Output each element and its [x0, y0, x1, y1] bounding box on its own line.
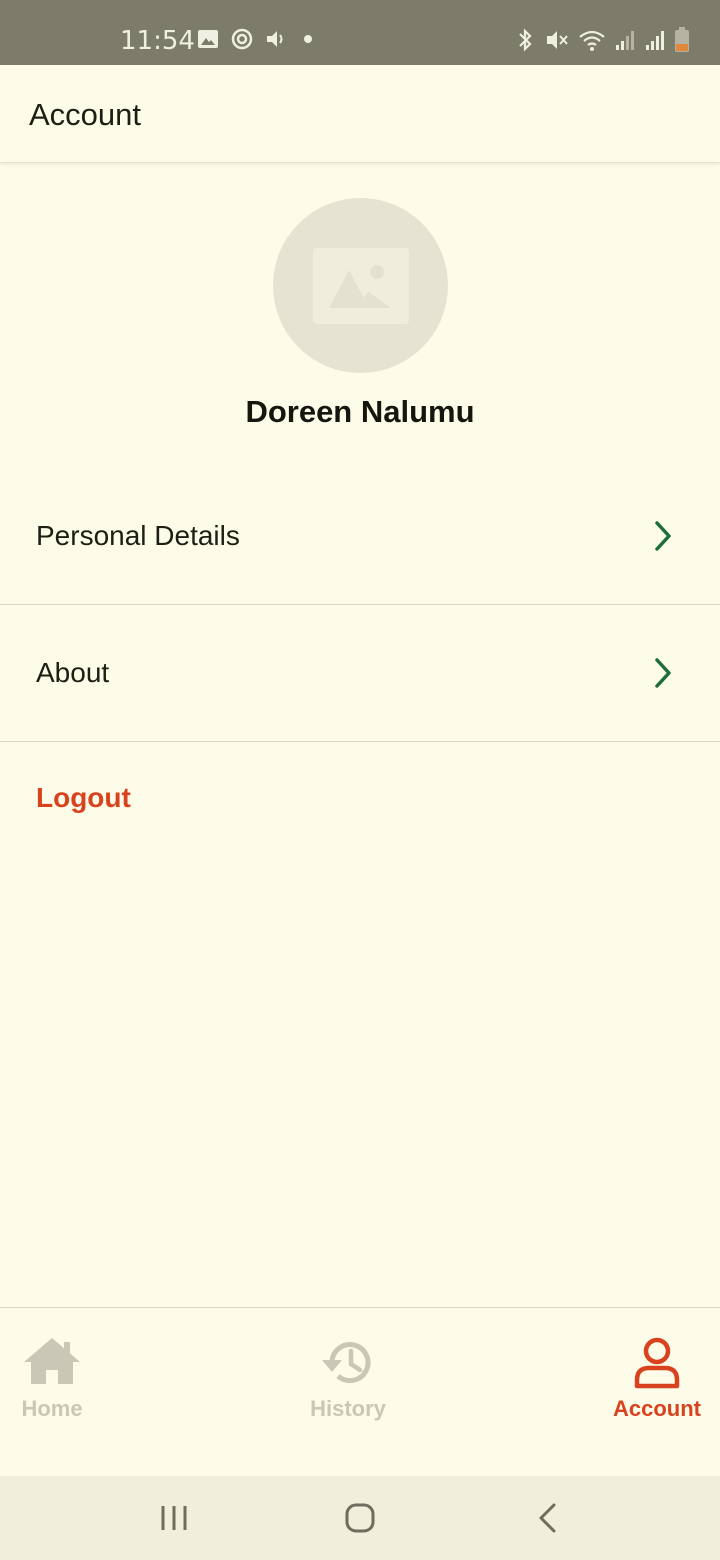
- nav-item-home[interactable]: Home: [0, 1308, 104, 1477]
- person-icon: [634, 1337, 680, 1389]
- battery-icon: [675, 27, 689, 52]
- signal-icon: [646, 31, 664, 50]
- menu-item-personal-details[interactable]: Personal Details: [0, 468, 720, 605]
- chevron-right-icon: [655, 658, 671, 688]
- wifi-icon: [579, 30, 605, 51]
- status-time: 11:54: [120, 26, 195, 56]
- history-icon: [322, 1342, 371, 1384]
- status-bar: 11:54: [0, 0, 720, 65]
- nav-label-history: History: [310, 1396, 386, 1421]
- nav-item-history[interactable]: History: [292, 1308, 404, 1477]
- nav-item-account[interactable]: Account: [602, 1308, 712, 1477]
- dot-icon: [304, 35, 312, 43]
- bottom-nav: Home History Account: [0, 1307, 720, 1476]
- avatar[interactable]: [273, 198, 448, 373]
- nav-label-account: Account: [613, 1396, 701, 1421]
- bluetooth-icon: [519, 28, 532, 52]
- image-icon: [198, 30, 218, 48]
- page-title: Account: [29, 97, 142, 132]
- system-nav-bar: [0, 1476, 720, 1560]
- volume-icon: [267, 31, 283, 47]
- image-placeholder-icon: [312, 247, 409, 324]
- sync-icon: [231, 28, 253, 50]
- chevron-right-icon: [655, 521, 671, 551]
- menu-item-label: Personal Details: [36, 520, 240, 551]
- home-icon: [24, 1338, 80, 1384]
- home-button-icon[interactable]: [344, 1502, 376, 1534]
- back-icon[interactable]: [534, 1502, 562, 1534]
- menu-item-label: About: [36, 657, 110, 688]
- app-bar: Account: [0, 65, 720, 163]
- signal-icon: [616, 31, 634, 50]
- user-name: Doreen Nalumu: [245, 394, 475, 429]
- status-right-icons: [514, 26, 690, 54]
- mute-icon: [547, 31, 568, 49]
- recent-apps-icon[interactable]: [158, 1502, 190, 1534]
- logout-button[interactable]: Logout: [36, 782, 131, 814]
- status-left-icons: [196, 27, 318, 51]
- menu-item-about[interactable]: About: [0, 605, 720, 742]
- nav-label-home: Home: [21, 1396, 83, 1421]
